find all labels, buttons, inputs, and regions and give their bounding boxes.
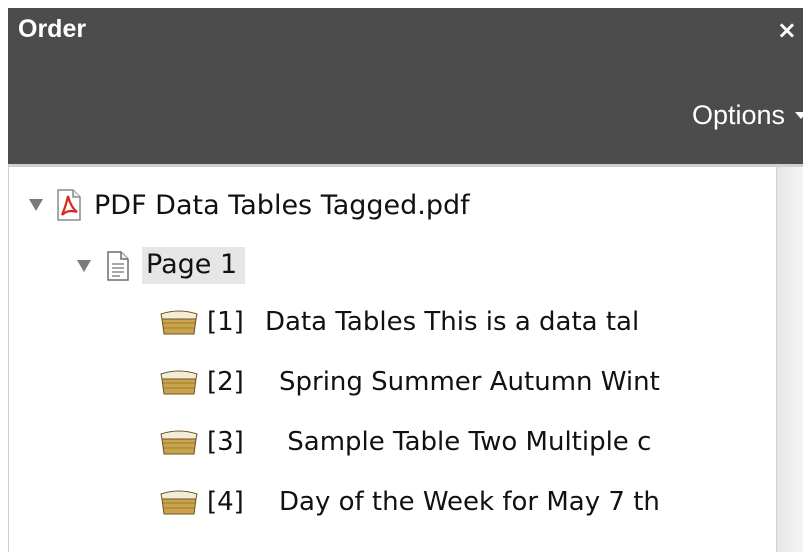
content-box-icon <box>160 310 198 335</box>
tree-item[interactable]: [3] Sample Table Two Multiple c <box>159 427 651 457</box>
window-frame-left <box>0 0 8 552</box>
item-text: Sample Table Two Multiple c <box>279 427 652 457</box>
expand-triangle-icon[interactable] <box>29 199 43 211</box>
page-label: Page 1 <box>142 247 246 284</box>
item-text: Day of the Week for May 7 th <box>279 487 660 517</box>
tree-item[interactable]: [2] Spring Summer Autumn Wint <box>159 367 660 397</box>
item-number: [3] <box>207 427 244 457</box>
options-label: Options <box>691 100 785 130</box>
page-icon <box>107 250 129 281</box>
order-tree-panel: PDF Data Tables Tagged.pdf Page 1 [1] Da… <box>8 167 777 552</box>
content-box-icon <box>160 490 198 515</box>
pdf-file-icon <box>57 189 81 221</box>
tree-node-page[interactable]: Page 1 <box>77 247 246 284</box>
window-frame-top <box>0 0 803 8</box>
tree-item[interactable]: [4] Day of the Week for May 7 th <box>159 487 660 517</box>
expand-triangle-icon[interactable] <box>77 259 91 272</box>
content-box-icon <box>160 370 198 395</box>
scrollbar-track[interactable] <box>776 167 803 552</box>
item-number: [1] <box>207 307 244 337</box>
item-text: Spring Summer Autumn Wint <box>279 367 660 397</box>
item-number: [4] <box>207 487 244 517</box>
chevron-down-icon <box>795 112 803 119</box>
document-label: PDF Data Tables Tagged.pdf <box>94 189 470 221</box>
item-text: Data Tables This is a data tal <box>265 307 640 337</box>
close-icon[interactable]: × <box>777 18 797 42</box>
tree-item[interactable]: [1] Data Tables This is a data tal <box>159 307 639 337</box>
content-box-icon <box>160 430 198 455</box>
options-menu-button[interactable]: Options <box>692 100 803 131</box>
panel-header: Order × Options <box>8 8 803 164</box>
item-number: [2] <box>207 367 244 397</box>
panel-title: Order <box>18 15 87 43</box>
tree-node-document[interactable]: PDF Data Tables Tagged.pdf <box>29 189 470 221</box>
